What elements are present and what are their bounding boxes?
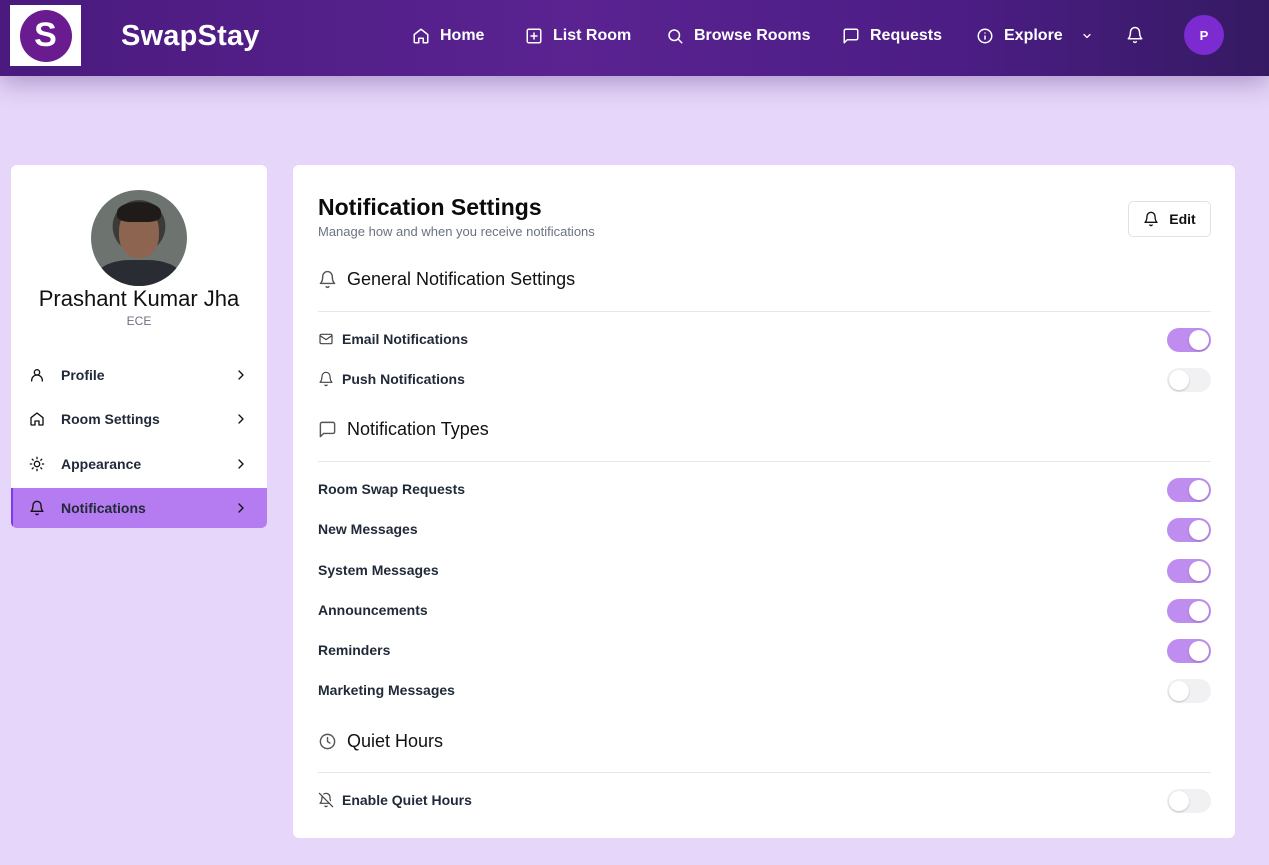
chevron-down-icon [1083, 33, 1091, 39]
page-title: Notification Settings [318, 194, 542, 220]
search-icon [668, 29, 683, 44]
chevron-right-icon [238, 503, 244, 513]
bell-off-icon [318, 792, 334, 808]
chevron-right-icon [238, 414, 244, 424]
section-title: Quiet Hours [347, 731, 444, 751]
new-messages-toggle[interactable] [1167, 518, 1211, 542]
sun-icon [29, 456, 45, 472]
sidebar-item-label: Room Settings [61, 411, 160, 427]
nav-explore[interactable]: Explore [976, 24, 1093, 48]
row-label-text: Enable Quiet Hours [342, 792, 472, 808]
sidebar-item-notifications[interactable]: Notifications [11, 488, 267, 528]
main-nav: Home List Room Browse Rooms Requests Exp… [0, 0, 1269, 72]
mail-icon [319, 333, 333, 345]
notifications-bell-icon[interactable] [1126, 26, 1144, 44]
edit-button[interactable]: Edit [1128, 201, 1211, 237]
new-messages-label: New Messages [318, 521, 418, 537]
row-label-text: Email Notifications [342, 331, 469, 347]
divider [318, 461, 1211, 462]
bell-icon [30, 500, 44, 516]
push-notifications-toggle[interactable] [1167, 368, 1211, 392]
reminders-label: Reminders [318, 642, 391, 658]
sidebar-item-label: Appearance [61, 456, 142, 472]
sidebar-item-room-settings[interactable]: Room Settings [11, 399, 267, 439]
announcements-label: Announcements [318, 602, 428, 618]
message-square-icon [843, 28, 859, 44]
quiet-hours-toggle[interactable] [1167, 789, 1211, 813]
system-messages-label: System Messages [318, 562, 439, 578]
sidebar-item-appearance[interactable]: Appearance [11, 444, 267, 484]
divider [318, 772, 1211, 773]
section-general-heading: General Notification Settings [318, 269, 575, 290]
page-subtitle: Manage how and when you receive notifica… [318, 224, 595, 239]
profile-name: Prashant Kumar Jha [38, 286, 240, 311]
nav-home-label: Home [440, 27, 485, 44]
clock-icon [319, 733, 336, 750]
info-icon [977, 28, 993, 44]
sidebar-item-label: Notifications [61, 500, 146, 516]
message-square-icon [319, 421, 336, 438]
user-icon [31, 369, 43, 382]
plus-square-icon [526, 28, 542, 44]
user-avatar[interactable]: P [1184, 15, 1224, 55]
bell-icon [319, 270, 336, 289]
nav-home[interactable]: Home [412, 24, 484, 48]
profile-department: ECE [126, 314, 152, 328]
system-messages-toggle[interactable] [1167, 559, 1211, 583]
profile-photo [91, 190, 187, 286]
section-title: Notification Types [347, 419, 489, 439]
home-icon [30, 412, 44, 426]
bell-icon [319, 371, 333, 387]
nav-list-room-label: List Room [553, 27, 632, 44]
home-icon [413, 28, 429, 44]
enable-quiet-hours-label: Enable Quiet Hours [318, 792, 472, 808]
nav-requests[interactable]: Requests [842, 24, 942, 48]
section-title: General Notification Settings [347, 269, 576, 289]
nav-browse-rooms[interactable]: Browse Rooms [666, 24, 810, 48]
edit-button-label: Edit [1169, 211, 1196, 227]
section-quiet-hours-heading: Quiet Hours [318, 731, 443, 752]
announcements-toggle[interactable] [1167, 599, 1211, 623]
divider [318, 311, 1211, 312]
marketing-messages-toggle[interactable] [1167, 679, 1211, 703]
email-notifications-toggle[interactable] [1167, 328, 1211, 352]
section-types-heading: Notification Types [318, 419, 489, 440]
bell-icon [1144, 211, 1158, 227]
room-swap-requests-label: Room Swap Requests [318, 481, 466, 497]
sidebar-item-label: Profile [61, 367, 105, 383]
email-notifications-label: Email Notifications [318, 331, 468, 347]
chevron-right-icon [238, 459, 244, 469]
nav-requests-label: Requests [870, 27, 943, 44]
reminders-toggle[interactable] [1167, 639, 1211, 663]
nav-explore-label: Explore [1004, 27, 1063, 44]
row-label-text: Push Notifications [342, 371, 465, 387]
sidebar-item-profile[interactable]: Profile [11, 355, 267, 395]
nav-list-room[interactable]: List Room [525, 24, 631, 48]
chevron-right-icon [238, 370, 244, 380]
room-swap-requests-toggle[interactable] [1167, 478, 1211, 502]
nav-browse-rooms-label: Browse Rooms [694, 27, 811, 44]
top-navigation-bar: S SwapStay Home List Room Browse Rooms R… [0, 0, 1269, 76]
marketing-messages-label: Marketing Messages [318, 682, 455, 698]
notification-settings-card: Notification Settings Manage how and whe… [293, 165, 1235, 838]
push-notifications-label: Push Notifications [318, 371, 465, 387]
settings-sidebar: Prashant Kumar Jha ECE Profile Room Sett… [11, 165, 267, 528]
